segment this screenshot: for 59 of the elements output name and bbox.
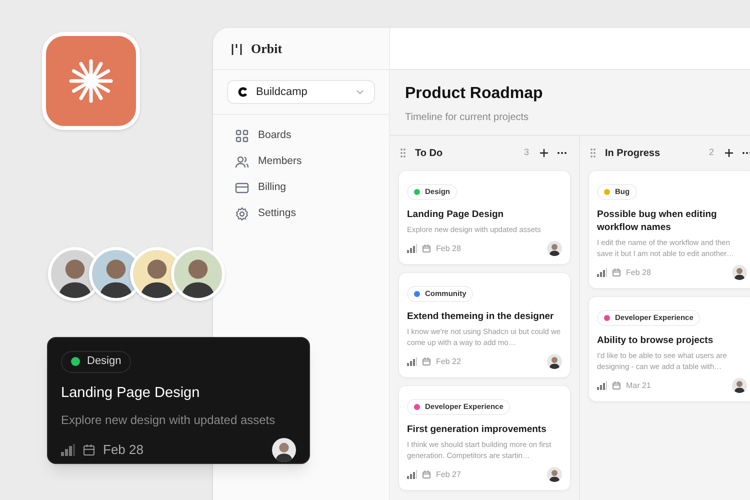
logo-icon (231, 42, 243, 56)
calendar-icon (612, 381, 621, 390)
nav-item[interactable]: Settings (235, 205, 367, 222)
card-description: Explore new design with updated assets (61, 412, 276, 429)
calendar-icon (83, 444, 95, 456)
priority-bars-icon (407, 470, 417, 479)
column-count: 3 (524, 146, 529, 160)
people-icon (235, 154, 249, 168)
priority-bars-icon (407, 244, 417, 253)
card-title: Possible bug when editing workflow names (597, 208, 718, 234)
app-name: Orbit (251, 40, 282, 58)
avatar (547, 354, 562, 369)
plus-icon (539, 148, 549, 158)
app-logo-icon (42, 32, 140, 130)
settings-icon (235, 206, 249, 220)
drag-handle-icon (400, 148, 406, 158)
due-date: Feb 28 (626, 266, 652, 278)
card-title: Extend themeing in the designer (407, 310, 555, 323)
page-subtitle: Timeline for current projects (405, 111, 530, 125)
plus-icon (724, 148, 734, 158)
due-date: Feb 28 (436, 242, 462, 254)
due-date: Feb 27 (436, 468, 462, 480)
avatar (732, 378, 747, 393)
priority-bars-icon (407, 357, 417, 366)
workspace-selector[interactable]: Buildcamp (227, 80, 375, 104)
drag-handle-icon (590, 148, 596, 158)
avatar (547, 467, 562, 482)
add-button[interactable] (538, 147, 550, 159)
chevron-down-icon (356, 89, 364, 95)
priority-bars-icon (61, 444, 75, 456)
card-title: Ability to browse projects (597, 334, 714, 347)
column-title: To Do (415, 146, 444, 160)
priority-bars-icon (597, 381, 607, 390)
column-count: 2 (708, 146, 714, 160)
due-date: Feb 28 (103, 441, 144, 459)
card-icon (235, 180, 249, 194)
due-date: Mar 21 (626, 380, 652, 392)
due-date: Feb 22 (436, 356, 462, 368)
grid-icon (235, 128, 249, 142)
card-title: First generation improvements (407, 423, 548, 436)
priority-bars-icon (597, 268, 607, 277)
nav-item[interactable]: Billing (235, 179, 367, 196)
avatar (547, 241, 562, 256)
more-icon (742, 151, 750, 155)
calendar-icon (422, 357, 431, 366)
calendar-icon (422, 244, 431, 253)
card-title: Landing Page Design (407, 208, 505, 221)
tag: Design (61, 350, 132, 372)
more-icon (557, 151, 567, 155)
page-title: Product Roadmap (405, 84, 544, 104)
add-button[interactable] (723, 147, 735, 159)
calendar-icon (612, 268, 621, 277)
calendar-icon (422, 470, 431, 479)
column-title: In Progress (605, 146, 662, 160)
workspace-logo-icon (238, 87, 248, 97)
nav-item[interactable]: Boards (235, 127, 367, 144)
avatar (732, 265, 747, 280)
card-title: Landing Page Design (61, 384, 201, 403)
nav-item[interactable]: Members (235, 153, 367, 170)
